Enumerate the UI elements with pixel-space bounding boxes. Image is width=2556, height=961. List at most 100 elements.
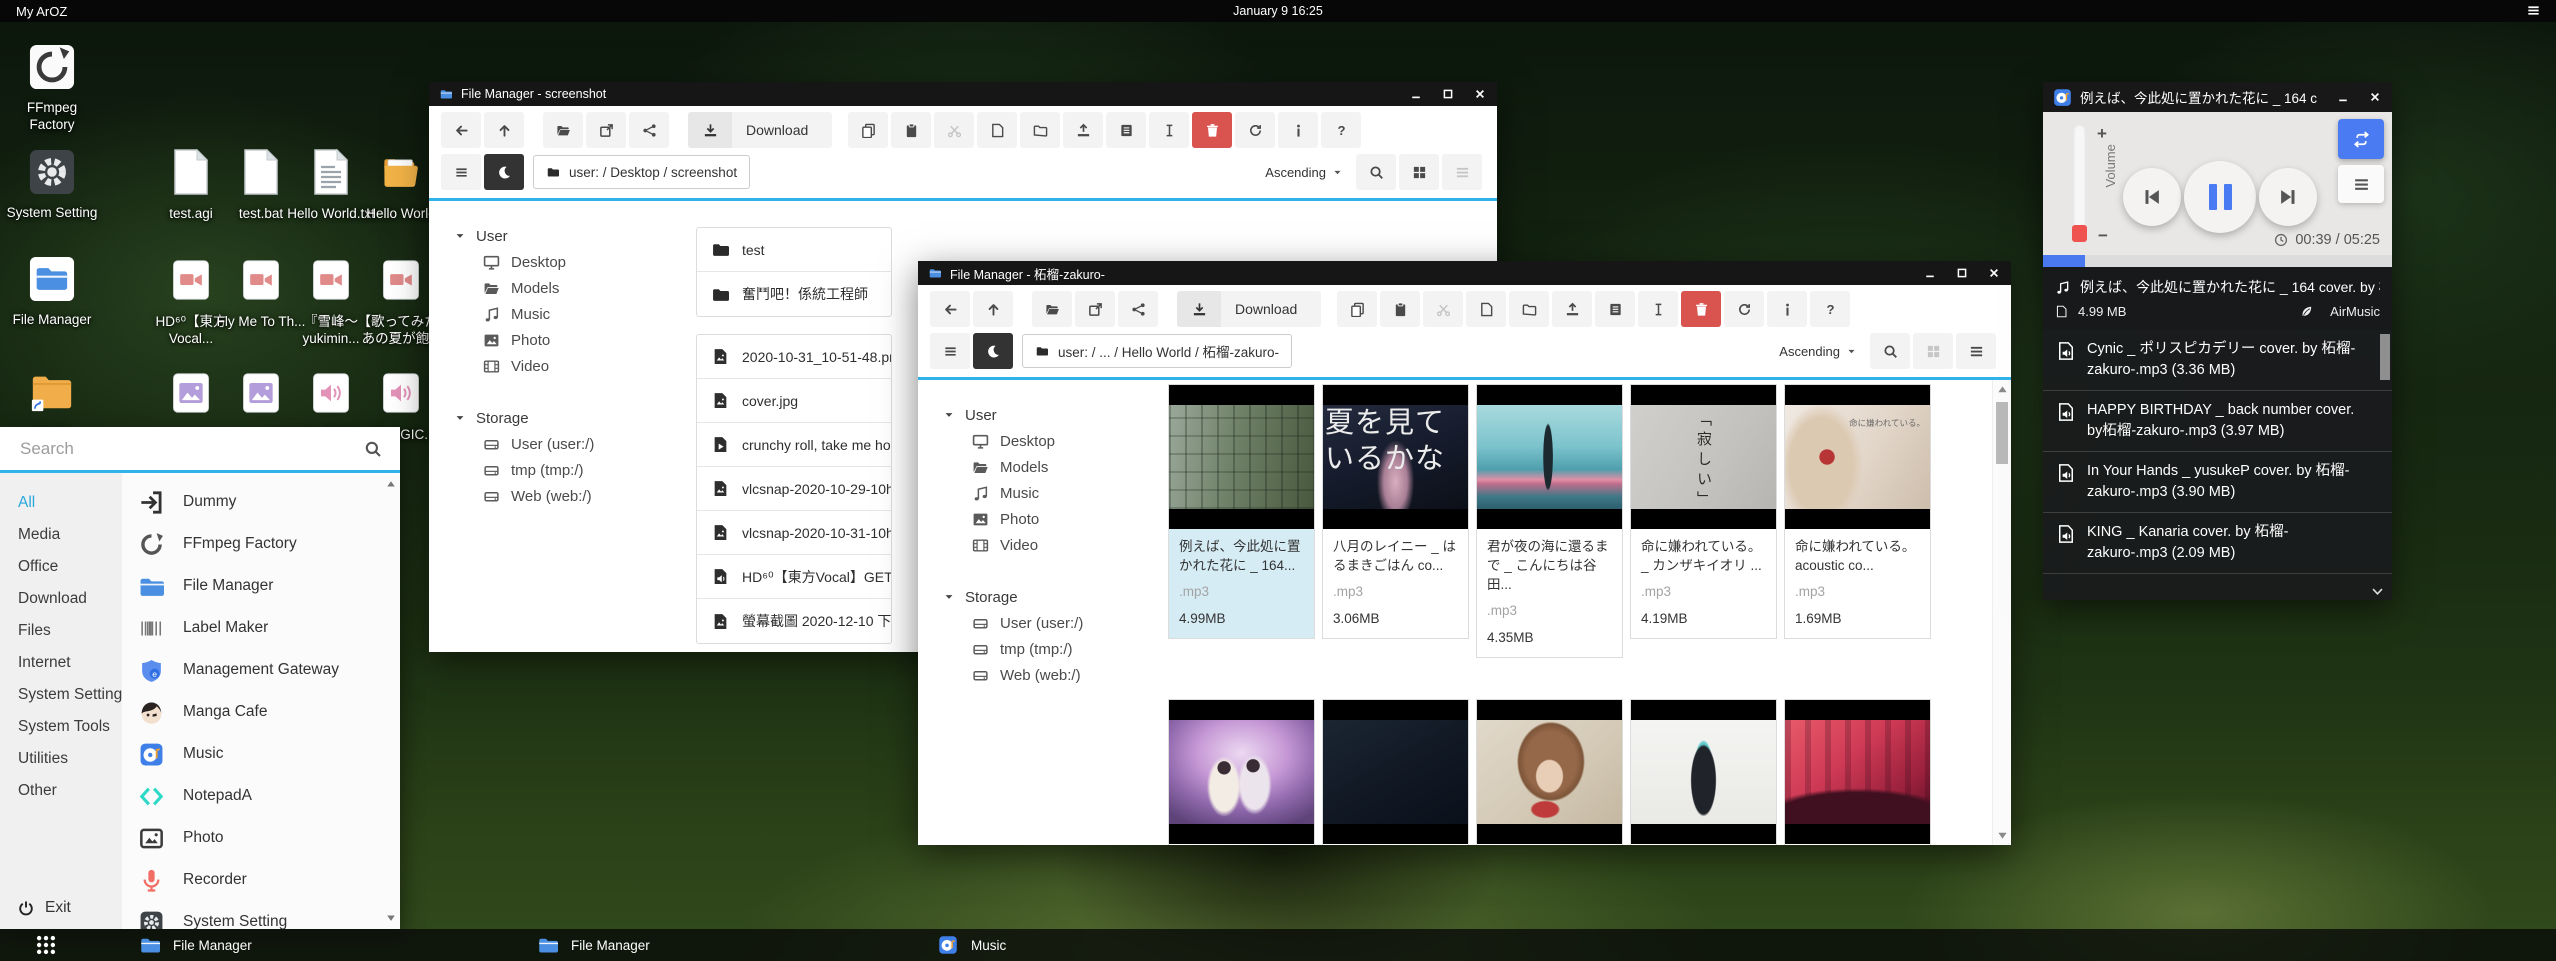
toolbar-button[interactable] bbox=[1423, 291, 1463, 327]
toolbar-button[interactable] bbox=[1032, 291, 1072, 327]
sidebar-item[interactable]: Music bbox=[455, 301, 669, 327]
toolbar-button[interactable] bbox=[1638, 291, 1678, 327]
download-button[interactable]: Download bbox=[1177, 291, 1321, 327]
file-tile[interactable]: 妄想感傷代償連盟 bbox=[1630, 699, 1777, 845]
toolbar-button[interactable] bbox=[586, 112, 626, 148]
sidebar-item[interactable]: Photo bbox=[944, 506, 1158, 532]
close-button[interactable] bbox=[1473, 88, 1487, 100]
toolbar-button[interactable] bbox=[1192, 112, 1232, 148]
exit-button[interactable]: Exit bbox=[18, 899, 71, 917]
toolbar-button[interactable] bbox=[1380, 291, 1420, 327]
playlist-item[interactable]: HAPPY BIRTHDAY _ back number cover. by柘榴… bbox=[2043, 391, 2392, 452]
nav-button[interactable] bbox=[441, 112, 481, 148]
app-item[interactable]: FFmpeg Factory bbox=[122, 523, 400, 565]
volume-slider[interactable]: + Volume − bbox=[2073, 122, 2127, 246]
progress-bar[interactable] bbox=[2043, 255, 2392, 267]
maximize-button[interactable] bbox=[1955, 267, 1969, 279]
playlist-item[interactable]: KING _ Kanaria cover. by 柘榴-zakuro-.mp3 … bbox=[2043, 513, 2392, 574]
sort-dropdown[interactable]: Ascending bbox=[1779, 344, 1856, 359]
desktop-launcher[interactable]: FFmpeg Factory bbox=[6, 44, 98, 134]
file-tile[interactable]: 幽霊東京 _ Ayase bbox=[1784, 699, 1931, 845]
grid-view-button[interactable] bbox=[1913, 333, 1953, 369]
scroll-thumb[interactable] bbox=[2380, 334, 2390, 380]
toolbar-button[interactable] bbox=[1278, 112, 1318, 148]
grid-view-button[interactable] bbox=[1399, 154, 1439, 190]
scrollbar[interactable] bbox=[384, 477, 398, 925]
nav-button[interactable] bbox=[484, 112, 524, 148]
category-item[interactable]: Media bbox=[18, 519, 122, 551]
list-menu-button[interactable] bbox=[441, 154, 481, 190]
app-item[interactable]: Music bbox=[122, 733, 400, 775]
app-item[interactable]: NotepadA bbox=[122, 775, 400, 817]
sidebar-item[interactable]: User (user:/) bbox=[455, 431, 669, 457]
nav-button[interactable] bbox=[973, 291, 1013, 327]
dark-mode-button[interactable] bbox=[973, 333, 1013, 369]
scroll-thumb[interactable] bbox=[1996, 402, 2008, 464]
repeat-button[interactable] bbox=[2338, 119, 2384, 159]
close-button[interactable] bbox=[2368, 91, 2382, 103]
app-item[interactable]: Photo bbox=[122, 817, 400, 859]
minimize-button[interactable] bbox=[1409, 88, 1423, 100]
maximize-button[interactable] bbox=[1441, 88, 1455, 100]
taskbar-item[interactable]: File Manager bbox=[140, 929, 252, 961]
minimize-button[interactable] bbox=[2336, 91, 2350, 103]
taskbar-item[interactable]: File Manager bbox=[538, 929, 650, 961]
pause-button[interactable] bbox=[2184, 161, 2256, 233]
sidebar-item[interactable]: Music bbox=[944, 480, 1158, 506]
file-row[interactable]: cover.jpg bbox=[697, 379, 891, 423]
breadcrumb[interactable]: user: / Desktop / screenshot bbox=[533, 155, 750, 189]
file-row[interactable]: 螢幕截圖 2020-12-10 下午1 bbox=[697, 599, 891, 643]
volume-handle[interactable] bbox=[2072, 225, 2087, 242]
category-item[interactable]: Files bbox=[18, 615, 122, 647]
sidebar-item[interactable]: Storage bbox=[455, 405, 669, 431]
toolbar-button[interactable] bbox=[1552, 291, 1592, 327]
file-row[interactable]: vlcsnap-2020-10-29-10h24 bbox=[697, 467, 891, 511]
app-item[interactable]: Label Maker bbox=[122, 607, 400, 649]
app-item[interactable]: Recorder bbox=[122, 859, 400, 901]
file-row[interactable]: HD⁶⁰【東方Vocal】GET IN T bbox=[697, 555, 891, 599]
playlist-item[interactable]: In Your Hands _ yusukeP cover. by 柘榴-zak… bbox=[2043, 452, 2392, 513]
breadcrumb[interactable]: user: / ... / Hello World / 柘榴-zakuro- bbox=[1022, 334, 1292, 368]
folder-row[interactable]: test bbox=[697, 228, 891, 272]
search-button[interactable] bbox=[1870, 333, 1910, 369]
hamburger-menu-icon[interactable] bbox=[2525, 3, 2542, 18]
sidebar-item[interactable]: User (user:/) bbox=[944, 610, 1158, 636]
toolbar-button[interactable] bbox=[1020, 112, 1060, 148]
file-tile[interactable]: 君が夜の海に還るまで _ こんにちは谷田... .mp3 4.35MB bbox=[1476, 384, 1623, 658]
sidebar-item[interactable]: Models bbox=[455, 275, 669, 301]
player-titlebar[interactable]: 例えば、今此処に置かれた花に _ 164 c⋯ bbox=[2043, 82, 2392, 112]
sidebar-item[interactable]: Web (web:/) bbox=[944, 662, 1158, 688]
list-view-button[interactable] bbox=[1956, 333, 1996, 369]
category-item[interactable]: System Settings bbox=[18, 679, 122, 711]
sidebar-item[interactable]: Models bbox=[944, 454, 1158, 480]
scrollbar[interactable] bbox=[1992, 380, 2011, 845]
toolbar-button[interactable] bbox=[1235, 112, 1275, 148]
next-button[interactable] bbox=[2259, 168, 2317, 226]
category-item[interactable]: Office bbox=[18, 551, 122, 583]
sidebar-item[interactable]: Video bbox=[455, 353, 669, 379]
previous-button[interactable] bbox=[2123, 168, 2181, 226]
app-item[interactable]: e Management Gateway bbox=[122, 649, 400, 691]
toolbar-button[interactable] bbox=[1149, 112, 1189, 148]
toolbar-button[interactable] bbox=[1337, 291, 1377, 327]
volume-minus[interactable]: − bbox=[2098, 226, 2108, 246]
category-item[interactable]: Internet bbox=[18, 647, 122, 679]
scroll-up-icon[interactable] bbox=[1997, 384, 2008, 395]
scroll-down-icon[interactable] bbox=[1997, 830, 2008, 841]
download-button[interactable]: Download bbox=[688, 112, 832, 148]
toolbar-button[interactable] bbox=[629, 112, 669, 148]
toolbar-button[interactable]: ? bbox=[1810, 291, 1850, 327]
apps-grid-icon[interactable] bbox=[35, 934, 57, 956]
folder-row[interactable]: 奮鬥吧！係統工程師 bbox=[697, 272, 891, 316]
file-tile[interactable]: 夏を見ているかな 八月のレイニー _ はるまきごはん co... .mp3 3.… bbox=[1322, 384, 1469, 639]
toolbar-button[interactable] bbox=[1075, 291, 1115, 327]
search-input[interactable] bbox=[0, 439, 364, 459]
list-menu-button[interactable] bbox=[930, 333, 970, 369]
toolbar-button[interactable] bbox=[977, 112, 1017, 148]
file-tile[interactable]: 例えば、今此処に置かれた花に _ 164... .mp3 4.99MB bbox=[1168, 384, 1315, 639]
toolbar-button[interactable] bbox=[1767, 291, 1807, 327]
taskbar-item[interactable]: Music bbox=[938, 929, 1006, 961]
sort-dropdown[interactable]: Ascending bbox=[1265, 165, 1342, 180]
app-item[interactable]: Dummy bbox=[122, 481, 400, 523]
sidebar-item[interactable]: Desktop bbox=[455, 249, 669, 275]
